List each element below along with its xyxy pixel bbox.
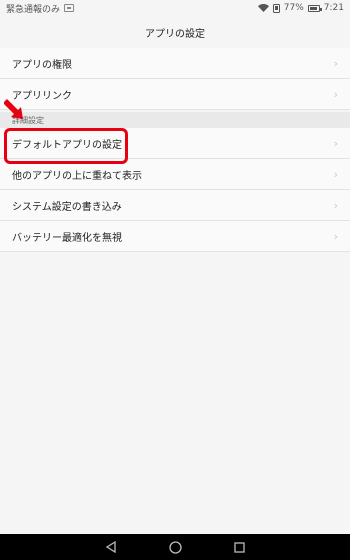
chevron-right-icon: › [333, 56, 338, 70]
list-item-label: アプリの権限 [12, 59, 72, 71]
status-bar: 緊急通報のみ 77% 7:21 [0, 0, 350, 16]
app-settings-list: アプリの権限 › アプリリンク › [0, 48, 350, 110]
vibrate-icon [272, 3, 280, 13]
list-item-app-links[interactable]: アプリリンク › [0, 79, 350, 110]
nav-bar [0, 534, 350, 560]
sim-icon [64, 4, 75, 12]
list-item-ignore-battery-optimization[interactable]: バッテリー最適化を無視 › [0, 221, 350, 252]
wifi-icon [257, 4, 269, 12]
battery-fill [309, 6, 317, 10]
clock: 7:21 [323, 3, 344, 13]
list-item-label: システム設定の書き込み [12, 201, 122, 213]
chevron-right-icon: › [333, 167, 338, 181]
section-header-advanced: 詳細設定 [0, 112, 350, 128]
chevron-right-icon: › [333, 198, 338, 212]
battery-percent: 77% [283, 3, 304, 13]
home-circle-icon[interactable] [169, 540, 182, 554]
recents-square-icon[interactable] [234, 541, 245, 553]
chevron-right-icon: › [333, 87, 338, 101]
chevron-right-icon: › [333, 229, 338, 243]
list-item-label: 他のアプリの上に重ねて表示 [12, 170, 142, 182]
page-title-bar: アプリの設定 [0, 16, 350, 48]
page-title: アプリの設定 [145, 28, 205, 40]
carrier-text: 緊急通報のみ [6, 4, 61, 15]
list-item-modify-system-settings[interactable]: システム設定の書き込み › [0, 190, 350, 221]
red-arrow-icon [4, 99, 23, 119]
back-triangle-icon[interactable] [105, 541, 117, 553]
chevron-right-icon: › [333, 136, 338, 150]
list-item-app-permissions[interactable]: アプリの権限 › [0, 48, 350, 79]
battery-icon [307, 4, 322, 12]
highlight-box [4, 128, 128, 164]
list-item-label: バッテリー最適化を無視 [12, 232, 122, 244]
